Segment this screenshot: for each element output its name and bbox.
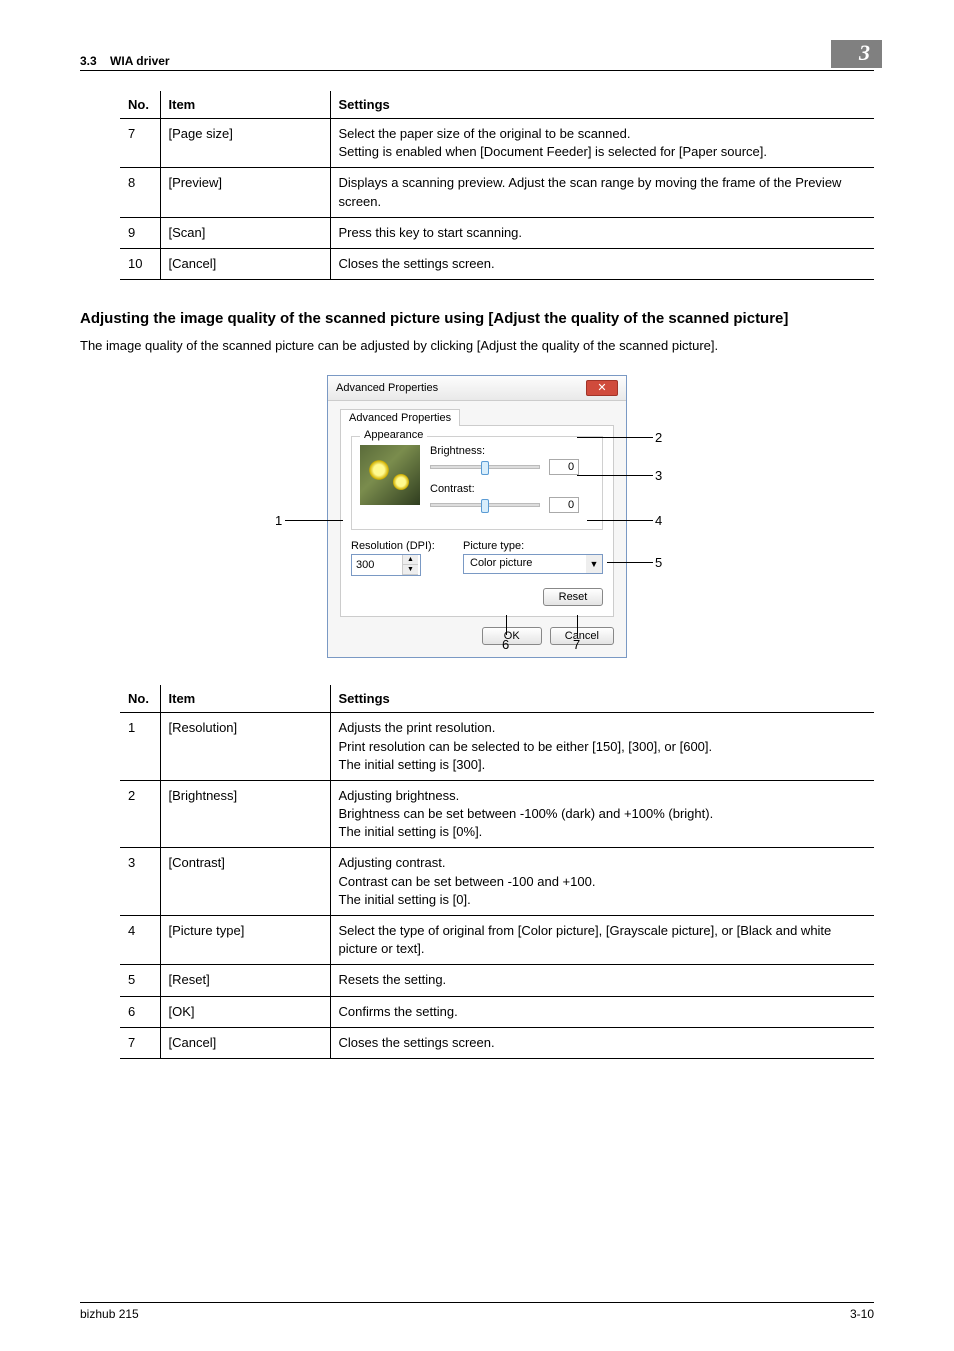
cell-settings: Adjusting contrast. Contrast can be set … bbox=[330, 848, 874, 916]
brightness-slider[interactable] bbox=[430, 465, 540, 469]
page-header: 3.3 WIA driver 3 bbox=[80, 40, 874, 71]
cell-no: 8 bbox=[120, 168, 160, 217]
callout-3: 3 bbox=[655, 468, 662, 483]
callout-4: 4 bbox=[655, 513, 662, 528]
cell-no: 5 bbox=[120, 965, 160, 996]
chevron-down-icon: ▼ bbox=[586, 555, 602, 573]
callout-2: 2 bbox=[655, 430, 662, 445]
contrast-value[interactable]: 0 bbox=[549, 497, 579, 513]
table-header-row: No. Item Settings bbox=[120, 685, 874, 713]
page-footer: bizhub 215 3-10 bbox=[80, 1302, 874, 1321]
col-header-no: No. bbox=[120, 91, 160, 119]
body-paragraph: The image quality of the scanned picture… bbox=[80, 337, 874, 355]
table-row: 6 [OK] Confirms the setting. bbox=[120, 996, 874, 1027]
callout-7: 7 bbox=[573, 637, 580, 652]
contrast-slider[interactable] bbox=[430, 503, 540, 507]
table-row: 3 [Contrast] Adjusting contrast. Contras… bbox=[120, 848, 874, 916]
cell-no: 10 bbox=[120, 248, 160, 279]
col-header-item: Item bbox=[160, 91, 330, 119]
picture-type-dropdown[interactable]: Color picture ▼ bbox=[463, 554, 603, 574]
table-row: 4 [Picture type] Select the type of orig… bbox=[120, 916, 874, 965]
cell-settings: Closes the settings screen. bbox=[330, 248, 874, 279]
callout-6: 6 bbox=[502, 637, 509, 652]
cell-item: [Preview] bbox=[160, 168, 330, 217]
footer-left: bizhub 215 bbox=[80, 1307, 139, 1321]
advanced-properties-dialog: Advanced Properties ✕ Advanced Propertie… bbox=[327, 375, 627, 658]
cell-item: [Resolution] bbox=[160, 713, 330, 781]
cell-settings: Select the type of original from [Color … bbox=[330, 916, 874, 965]
cell-item: [OK] bbox=[160, 996, 330, 1027]
resolution-input[interactable] bbox=[352, 555, 402, 575]
table-row: 7 [Page size] Select the paper size of t… bbox=[120, 119, 874, 168]
table-row: 7 [Cancel] Closes the settings screen. bbox=[120, 1027, 874, 1058]
cell-settings: Select the paper size of the original to… bbox=[330, 119, 874, 168]
cell-item: [Cancel] bbox=[160, 248, 330, 279]
col-header-settings: Settings bbox=[330, 685, 874, 713]
callout-5: 5 bbox=[655, 555, 662, 570]
cell-item: [Brightness] bbox=[160, 780, 330, 848]
spin-down-icon[interactable]: ▼ bbox=[403, 565, 418, 575]
settings-table-1: No. Item Settings 7 [Page size] Select t… bbox=[120, 91, 874, 280]
cell-settings: Displays a scanning preview. Adjust the … bbox=[330, 168, 874, 217]
figure-area: Advanced Properties ✕ Advanced Propertie… bbox=[80, 375, 874, 655]
reset-button[interactable]: Reset bbox=[543, 588, 603, 606]
brightness-value[interactable]: 0 bbox=[549, 459, 579, 475]
cell-item: [Cancel] bbox=[160, 1027, 330, 1058]
cell-no: 7 bbox=[120, 119, 160, 168]
group-legend: Appearance bbox=[360, 429, 427, 441]
table-row: 2 [Brightness] Adjusting brightness. Bri… bbox=[120, 780, 874, 848]
preview-thumbnail bbox=[360, 445, 420, 505]
section-title: WIA driver bbox=[110, 54, 170, 68]
cell-settings: Confirms the setting. bbox=[330, 996, 874, 1027]
cell-item: [Scan] bbox=[160, 217, 330, 248]
ok-button[interactable]: OK bbox=[482, 627, 542, 645]
contrast-label: Contrast: bbox=[430, 483, 594, 495]
cell-settings: Resets the setting. bbox=[330, 965, 874, 996]
cell-no: 4 bbox=[120, 916, 160, 965]
dialog-title-text: Advanced Properties bbox=[336, 382, 438, 394]
section-heading: Adjusting the image quality of the scann… bbox=[80, 310, 874, 327]
tab-advanced-properties[interactable]: Advanced Properties bbox=[340, 409, 460, 426]
cancel-button[interactable]: Cancel bbox=[550, 627, 614, 645]
table-row: 8 [Preview] Displays a scanning preview.… bbox=[120, 168, 874, 217]
cell-item: [Reset] bbox=[160, 965, 330, 996]
picture-type-value: Color picture bbox=[464, 555, 586, 573]
picture-type-label: Picture type: bbox=[463, 540, 603, 552]
cell-no: 3 bbox=[120, 848, 160, 916]
cell-no: 9 bbox=[120, 217, 160, 248]
cell-settings: Adjusting brightness. Brightness can be … bbox=[330, 780, 874, 848]
close-icon[interactable]: ✕ bbox=[586, 380, 618, 396]
col-header-settings: Settings bbox=[330, 91, 874, 119]
table-row: 9 [Scan] Press this key to start scannin… bbox=[120, 217, 874, 248]
dialog-titlebar: Advanced Properties ✕ bbox=[328, 376, 626, 401]
resolution-spinbox[interactable]: ▲▼ bbox=[351, 554, 421, 576]
col-header-item: Item bbox=[160, 685, 330, 713]
cell-item: [Contrast] bbox=[160, 848, 330, 916]
brightness-label: Brightness: bbox=[430, 445, 594, 457]
spin-up-icon[interactable]: ▲ bbox=[403, 555, 418, 565]
cell-item: [Page size] bbox=[160, 119, 330, 168]
chapter-badge: 3 bbox=[831, 40, 882, 68]
table-row: 5 [Reset] Resets the setting. bbox=[120, 965, 874, 996]
col-header-no: No. bbox=[120, 685, 160, 713]
table-row: 10 [Cancel] Closes the settings screen. bbox=[120, 248, 874, 279]
resolution-label: Resolution (DPI): bbox=[351, 540, 453, 552]
callout-1: 1 bbox=[275, 513, 282, 528]
footer-right: 3-10 bbox=[850, 1307, 874, 1321]
cell-settings: Press this key to start scanning. bbox=[330, 217, 874, 248]
cell-no: 1 bbox=[120, 713, 160, 781]
cell-no: 7 bbox=[120, 1027, 160, 1058]
table-row: 1 [Resolution] Adjusts the print resolut… bbox=[120, 713, 874, 781]
cell-settings: Adjusts the print resolution. Print reso… bbox=[330, 713, 874, 781]
settings-table-2: No. Item Settings 1 [Resolution] Adjusts… bbox=[120, 685, 874, 1059]
table-header-row: No. Item Settings bbox=[120, 91, 874, 119]
header-section: 3.3 WIA driver bbox=[80, 54, 170, 68]
cell-item: [Picture type] bbox=[160, 916, 330, 965]
cell-no: 6 bbox=[120, 996, 160, 1027]
appearance-group: Appearance Brightness: 0 Contrast: bbox=[351, 436, 603, 530]
cell-settings: Closes the settings screen. bbox=[330, 1027, 874, 1058]
cell-no: 2 bbox=[120, 780, 160, 848]
section-number: 3.3 bbox=[80, 54, 97, 68]
